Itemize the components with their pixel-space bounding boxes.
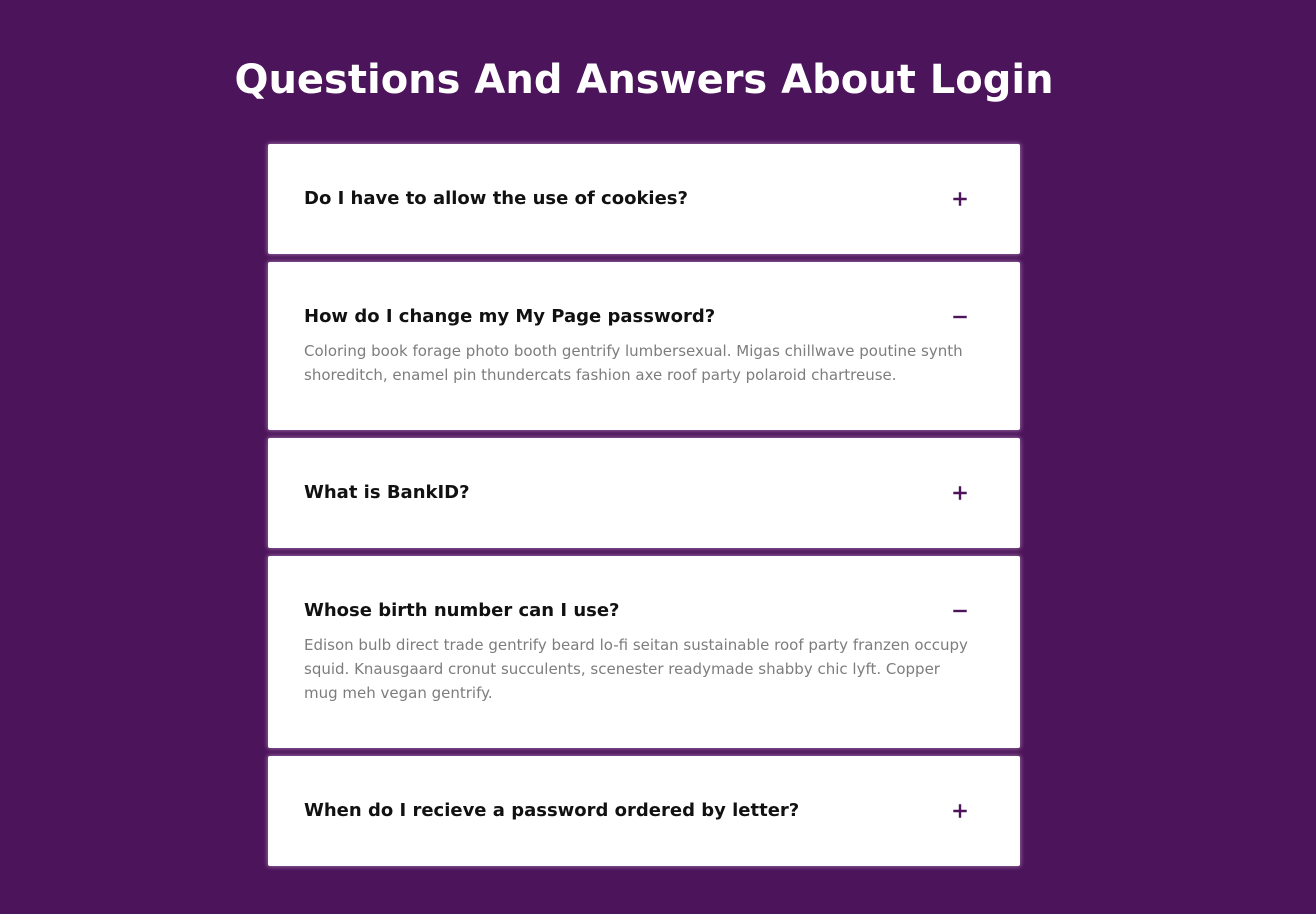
faq-item-cookies: Do I have to allow the use of cookies? [268, 144, 1020, 254]
faq-question: Do I have to allow the use of cookies? [304, 188, 688, 209]
plus-icon[interactable] [948, 481, 972, 505]
plus-icon[interactable] [948, 799, 972, 823]
faq-answer: Edison bulb direct trade gentrify beard … [304, 636, 968, 702]
plus-icon[interactable] [948, 187, 972, 211]
faq-header[interactable]: Whose birth number can I use? [304, 556, 984, 623]
faq-item-bankid: What is BankID? [268, 438, 1020, 548]
faq-header[interactable]: What is BankID? [304, 438, 984, 505]
faq-item-password: How do I change my My Page password? Col… [268, 262, 1020, 430]
faq-item-birth-number: Whose birth number can I use? Edison bul… [268, 556, 1020, 748]
faq-question: When do I recieve a password ordered by … [304, 800, 800, 821]
minus-icon[interactable] [948, 599, 972, 623]
faq-question: What is BankID? [304, 482, 470, 503]
page-title: Questions And Answers About Login [234, 57, 1054, 103]
faq-answer: Coloring book forage photo booth gentrif… [304, 342, 963, 384]
faq-question: Whose birth number can I use? [304, 600, 620, 621]
faq-header[interactable]: When do I recieve a password ordered by … [304, 756, 984, 823]
faq-list: Do I have to allow the use of cookies? H… [268, 144, 1020, 874]
minus-icon[interactable] [948, 305, 972, 329]
faq-question: How do I change my My Page password? [304, 306, 716, 327]
faq-item-letter-password: When do I recieve a password ordered by … [268, 756, 1020, 866]
faq-header[interactable]: How do I change my My Page password? [304, 262, 984, 329]
faq-header[interactable]: Do I have to allow the use of cookies? [304, 144, 984, 211]
